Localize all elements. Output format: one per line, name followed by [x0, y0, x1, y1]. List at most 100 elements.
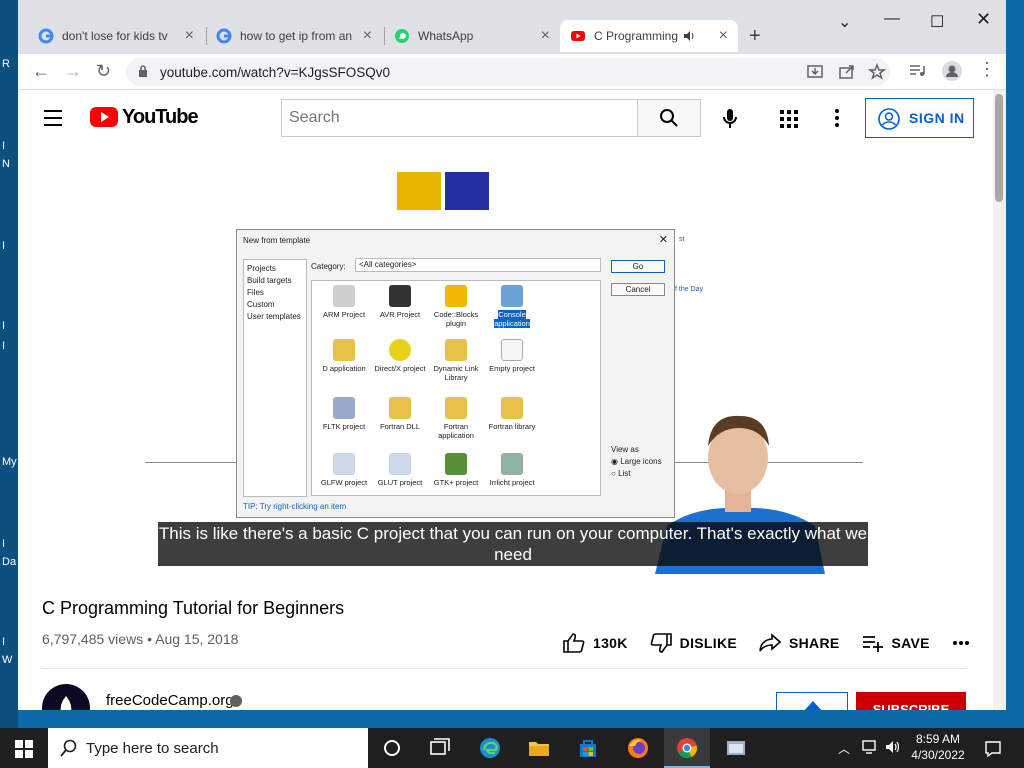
task-view-icon[interactable]: [428, 736, 452, 760]
template-item: Fortran library: [484, 397, 540, 431]
close-tab-icon[interactable]: ×: [541, 28, 550, 44]
hamburger-menu-icon[interactable]: [44, 110, 62, 131]
subscribe-button[interactable]: SUBSCRIBE: [856, 692, 966, 710]
template-item: D application: [316, 339, 372, 373]
more-options-icon[interactable]: [834, 108, 840, 128]
chevron-up-icon[interactable]: ︿: [838, 740, 850, 757]
close-window-button[interactable]: ✕: [976, 9, 991, 30]
desktop-icon-label[interactable]: I: [2, 636, 5, 648]
like-button[interactable]: 130K: [563, 633, 628, 653]
video-metadata: 6,797,485 views • Aug 15, 2018: [42, 631, 238, 647]
system-clock[interactable]: 8:59 AM 4/30/2022: [906, 731, 970, 763]
chrome-icon[interactable]: [675, 736, 699, 760]
reload-button[interactable]: ↻: [96, 61, 111, 82]
youtube-header: YouTube SIGN IN: [18, 90, 993, 146]
new-tab-button[interactable]: +: [749, 25, 761, 48]
desktop-icon-label[interactable]: I: [2, 140, 5, 152]
install-icon[interactable]: [806, 63, 824, 81]
media-control-icon[interactable]: [908, 62, 926, 80]
scrollbar-thumb[interactable]: [995, 94, 1003, 202]
apps-grid-icon[interactable]: [780, 110, 798, 128]
windows-start-icon[interactable]: [15, 740, 33, 758]
desktop-icon-label[interactable]: I: [2, 340, 5, 352]
network-icon[interactable]: [861, 738, 879, 756]
dislike-label: DISLIKE: [679, 635, 737, 651]
dialog-tip: TIP: Try right-clicking an item: [243, 502, 347, 511]
desktop-icon-label[interactable]: I: [2, 240, 5, 252]
cortana-icon[interactable]: [380, 736, 404, 760]
search-input[interactable]: [282, 100, 638, 136]
close-tab-icon[interactable]: ×: [363, 28, 372, 44]
edge-icon[interactable]: [478, 736, 502, 760]
fire-icon: [60, 696, 72, 710]
file-explorer-icon[interactable]: [527, 736, 551, 760]
desktop-icon-label[interactable]: My: [2, 456, 17, 468]
radio-large-icons: ◉ Large icons: [611, 457, 662, 466]
view-as-group: View as ◉ Large icons ○ List: [611, 445, 662, 478]
list-item: User templates: [247, 312, 301, 321]
desktop-icon-label[interactable]: I: [2, 538, 5, 550]
youtube-logo-icon[interactable]: [90, 107, 118, 127]
channel-name[interactable]: freeCodeCamp.org: [106, 692, 234, 709]
video-player[interactable]: st f the Day New from template ✕ Project…: [145, 170, 863, 574]
bookmark-star-icon[interactable]: [868, 63, 886, 81]
verified-check-icon: [230, 695, 242, 707]
share-icon[interactable]: [838, 63, 856, 81]
chip-icon: [389, 285, 411, 307]
search-button[interactable]: [637, 99, 701, 137]
desktop-icon-label[interactable]: Da: [2, 556, 16, 568]
template-item: ARM Project: [316, 285, 372, 319]
taskbar-search[interactable]: Type here to search: [48, 728, 368, 768]
desktop-icon-label[interactable]: W: [2, 654, 12, 666]
list-item: Custom: [247, 300, 275, 309]
save-button[interactable]: SAVE: [862, 633, 930, 653]
share-button[interactable]: SHARE: [759, 633, 840, 653]
more-actions-icon[interactable]: [952, 640, 978, 646]
maximize-button[interactable]: ☐: [930, 12, 944, 32]
notification-center-icon[interactable]: [984, 740, 1002, 758]
profile-avatar-icon[interactable]: [942, 61, 962, 81]
sign-in-button[interactable]: SIGN IN: [865, 98, 974, 138]
tab-google-ip[interactable]: how to get ip from an ×: [206, 20, 382, 52]
desktop-icon-label[interactable]: R: [2, 58, 10, 70]
close-tab-icon[interactable]: ×: [719, 28, 728, 44]
tab-title: C Programming: [594, 29, 678, 43]
firefox-icon[interactable]: [626, 736, 650, 760]
store-icon[interactable]: [576, 736, 600, 760]
close-tab-icon[interactable]: ×: [185, 28, 194, 44]
tab-youtube[interactable]: C Programming ×: [560, 20, 738, 52]
browser-menu-icon[interactable]: ⋮: [978, 59, 996, 80]
video-title: C Programming Tutorial for Beginners: [42, 598, 345, 618]
tab-google-kids[interactable]: don't lose for kids tv ×: [28, 20, 204, 52]
desktop-icon-label[interactable]: N: [2, 158, 10, 170]
dislike-button[interactable]: DISLIKE: [650, 633, 737, 653]
notification-bell-button[interactable]: [776, 692, 848, 710]
dialog-left-list: Projects Build targets Files Custom User…: [243, 259, 307, 497]
tab-strip: don't lose for kids tv × how to get ip f…: [18, 0, 1006, 54]
upload-date: Aug 15, 2018: [155, 631, 239, 647]
minimize-button[interactable]: —: [884, 10, 900, 28]
address-bar[interactable]: youtube.com/watch?v=KJgsSFOSQv0: [126, 58, 890, 86]
list-item: Build targets: [247, 276, 292, 285]
section-divider: [42, 668, 966, 669]
youtube-wordmark[interactable]: YouTube: [122, 106, 199, 129]
volume-icon[interactable]: [884, 738, 902, 756]
chevron-down-icon[interactable]: ⌄: [838, 12, 851, 32]
channel-avatar[interactable]: [42, 684, 90, 710]
page-scrollbar[interactable]: [993, 90, 1006, 710]
share-arrow-icon: [759, 633, 781, 652]
back-button[interactable]: ←: [32, 61, 50, 82]
close-icon: ✕: [658, 234, 668, 246]
microphone-icon[interactable]: [722, 108, 738, 130]
background-link: st: [679, 236, 685, 243]
app-icon: [333, 339, 355, 361]
list-item: Projects: [247, 264, 276, 273]
app-window-icon[interactable]: [724, 736, 748, 760]
desktop-icon-label[interactable]: I: [2, 320, 5, 332]
save-label: SAVE: [891, 635, 930, 651]
thumbs-down-icon: [650, 633, 672, 653]
lock-icon: [139, 65, 147, 77]
tab-whatsapp[interactable]: WhatsApp ×: [384, 20, 560, 52]
forward-button[interactable]: →: [64, 61, 82, 82]
speaker-icon[interactable]: [682, 29, 696, 43]
